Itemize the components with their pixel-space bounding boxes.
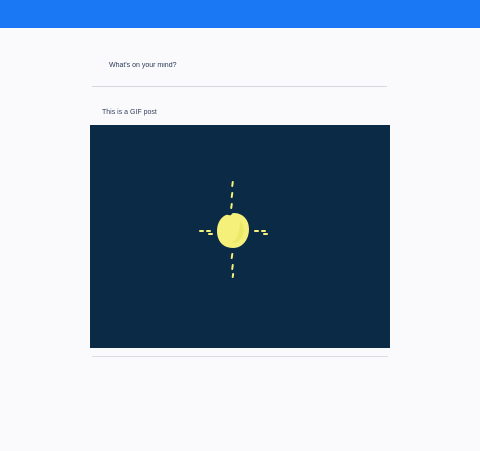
gif-image[interactable] (90, 125, 390, 348)
status-input[interactable] (109, 58, 369, 72)
feed-post: This is a GIF post (90, 104, 390, 358)
post-divider (92, 356, 388, 357)
top-navigation-bar (0, 0, 480, 28)
post-composer (92, 52, 387, 87)
sun-sparkle-icon (199, 181, 268, 278)
post-text: This is a GIF post (102, 109, 157, 116)
